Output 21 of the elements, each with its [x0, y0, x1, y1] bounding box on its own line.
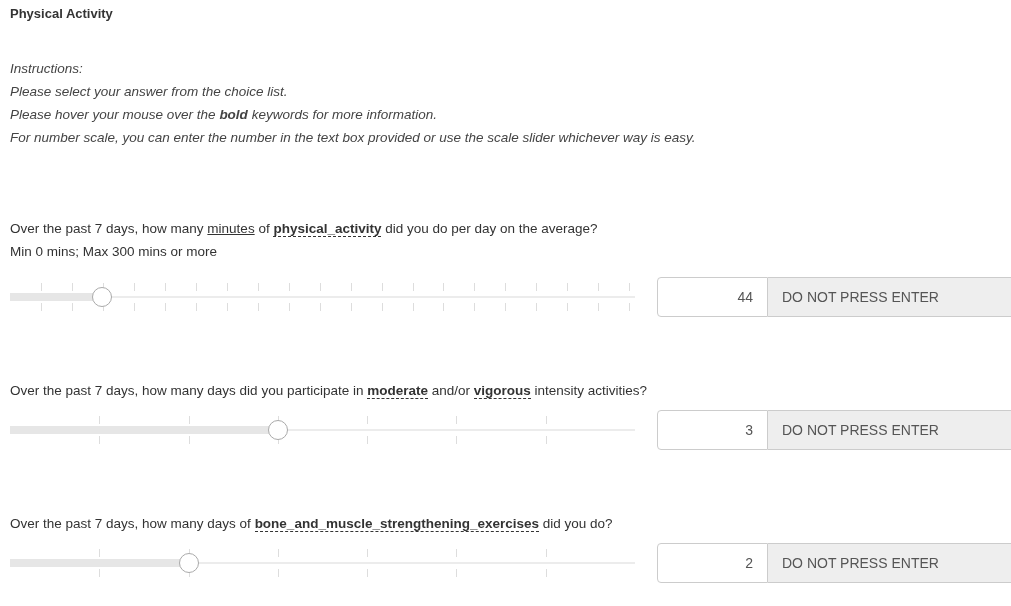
slider[interactable] — [10, 283, 635, 311]
slider-thumb[interactable] — [178, 553, 199, 573]
slider-thumb[interactable] — [267, 420, 288, 440]
instruction-text: For number scale, you can enter the number in the text box provided or use the scale slider whichever way is easy. — [10, 129, 697, 147]
instruction-text: Please select your answer from the choice list. — [10, 83, 289, 101]
slider-thumb[interactable] — [91, 287, 112, 307]
do-not-press-enter-button[interactable]: DO NOT PRESS ENTER — [768, 410, 1011, 450]
do-not-press-enter-button[interactable]: DO NOT PRESS ENTER — [768, 543, 1011, 583]
section-title: Physical Activity — [10, 5, 114, 21]
do-not-press-enter-button[interactable]: DO NOT PRESS ENTER — [768, 277, 1011, 317]
number-input[interactable]: 3 — [657, 410, 768, 450]
slider[interactable] — [10, 549, 635, 577]
instruction-text: Please hover your mouse over the bold keywords for more information. — [10, 106, 438, 124]
instruction-text: Instructions: — [10, 60, 84, 78]
slider[interactable] — [10, 416, 635, 444]
question-text: Over the past 7 days, how many minutes of physical_activity did you do per day on the average? — [10, 220, 599, 239]
hint-text: Min 0 mins; Max 300 mins or more — [10, 243, 219, 261]
question-text: Over the past 7 days, how many days of bone_and_muscle_strengthening_exercises did you do? — [10, 515, 614, 534]
number-input[interactable]: 44 — [657, 277, 768, 317]
question-text: Over the past 7 days, how many days did you participate in moderate and/or vigorous intensity activities? — [10, 382, 649, 401]
number-input[interactable]: 2 — [657, 543, 768, 583]
